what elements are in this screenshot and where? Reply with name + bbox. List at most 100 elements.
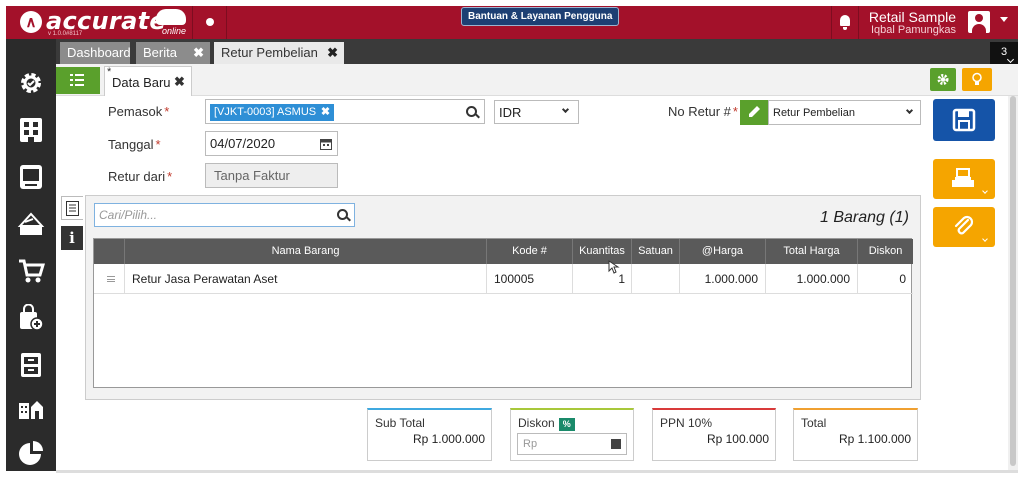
subtab-label: Data Baru (112, 75, 171, 90)
retur-dari-label: Retur dari * (108, 169, 173, 184)
close-icon[interactable]: ✖ (174, 74, 185, 90)
remove-icon[interactable]: ✖ (321, 104, 330, 121)
column-header[interactable]: Satuan (631, 239, 679, 264)
pencil-icon (749, 106, 760, 117)
user-avatar-icon[interactable] (968, 11, 990, 33)
cabinet-icon[interactable] (17, 351, 45, 379)
row-drag-handle[interactable] (94, 264, 124, 294)
diskon-label: Diskon% (518, 416, 575, 431)
items-table: Nama Barang Kode # Kuantitas Satuan @Har… (93, 238, 913, 388)
bag-add-icon[interactable] (17, 303, 45, 332)
chevron-down-icon (905, 106, 914, 115)
top-divider (858, 6, 859, 39)
document-icon (66, 201, 79, 216)
calculator-icon[interactable] (611, 439, 621, 449)
column-header[interactable]: Total Harga (765, 239, 857, 264)
pie-chart-icon[interactable] (17, 439, 45, 467)
retur-dari-field: Tanpa Faktur (205, 163, 338, 188)
edit-number-button[interactable] (740, 100, 768, 125)
search-icon[interactable] (337, 209, 351, 223)
vertical-scrollbar[interactable] (1008, 96, 1018, 471)
notification-bell-icon[interactable] (838, 15, 852, 31)
tanggal-field[interactable]: 04/07/2020 (205, 131, 338, 156)
paperclip-icon (954, 215, 974, 235)
cart-icon[interactable] (17, 257, 46, 285)
column-header[interactable]: Kuantitas (572, 239, 631, 264)
column-header[interactable]: @Harga (679, 239, 765, 264)
building-icon[interactable] (17, 116, 45, 144)
printer-icon (952, 168, 974, 187)
sidebar (6, 39, 56, 471)
selected-vendor-chip[interactable]: [VJKT-0003] ASMUS ✖ (210, 104, 335, 121)
subtotal-value: Rp 1.000.000 (412, 432, 485, 446)
cell-satuan[interactable] (631, 264, 679, 294)
detail-items-tab[interactable] (61, 196, 83, 220)
status-dot-icon[interactable] (206, 18, 214, 26)
cell-total-harga[interactable]: 1.000.000 (765, 264, 857, 294)
search-icon[interactable] (466, 106, 480, 120)
app-root: ∧ accurate online v 1.0.0#8117 Bantuan &… (0, 0, 1024, 479)
top-divider (192, 6, 193, 39)
chevron-down-icon (982, 236, 988, 242)
print-button[interactable] (933, 159, 995, 199)
tab-data-baru[interactable]: * Data Baru ✖ (104, 66, 192, 96)
tab-label: Retur Pembelian (221, 45, 318, 60)
brand-sub: online (162, 26, 187, 36)
info-icon[interactable]: i (61, 226, 83, 250)
scrollbar-thumb[interactable] (1010, 96, 1016, 466)
tab-dashboard[interactable]: Dashboard (60, 42, 131, 64)
total-value: Rp 1.100.000 (838, 432, 911, 446)
bank-icon[interactable] (17, 210, 45, 238)
mouse-cursor-icon (608, 260, 620, 274)
form-toolbar: * Data Baru ✖ (56, 64, 1018, 96)
close-icon[interactable]: ✖ (193, 42, 204, 64)
calendar-icon (320, 139, 332, 150)
column-header[interactable]: Diskon (857, 239, 913, 264)
subtotal-box: Sub Total Rp 1.000.000 (367, 408, 492, 461)
cell-kode[interactable]: 100005 (486, 264, 572, 294)
attachment-button[interactable] (933, 207, 995, 247)
subtotal-label: Sub Total (375, 416, 425, 430)
unsaved-marker: * (107, 66, 112, 78)
cell-kuantitas[interactable]: 1 (572, 264, 631, 294)
close-icon[interactable]: ✖ (327, 42, 338, 64)
tab-retur-pembelian[interactable]: Retur Pembelian ✖ (214, 42, 344, 64)
user-name[interactable]: Iqbal Pamungkas (871, 24, 956, 36)
chevron-down-icon[interactable] (1000, 17, 1008, 22)
list-view-button[interactable] (56, 67, 100, 94)
cell-diskon[interactable]: 0 (857, 264, 913, 294)
currency-select[interactable]: IDR (494, 100, 579, 124)
pemasok-field[interactable]: [VJKT-0003] ASMUS ✖ (205, 99, 485, 124)
total-label: Total (801, 416, 827, 430)
lightbulb-icon (972, 72, 982, 85)
open-tabs-count[interactable]: 3 (990, 42, 1018, 64)
tips-button[interactable] (962, 68, 992, 91)
column-header[interactable]: Nama Barang (124, 239, 486, 264)
column-header[interactable]: Kode # (486, 239, 572, 264)
item-count: 1 Barang (1) (820, 209, 909, 226)
warehouse-icon[interactable] (17, 395, 45, 423)
accurate-logo-icon[interactable]: ∧ (20, 11, 42, 33)
bottom-scrollbar[interactable] (56, 470, 1018, 473)
app-version: v 1.0.0#8117 (48, 31, 83, 37)
column-header-handle (94, 239, 124, 264)
item-search-input[interactable]: Cari/Pilih... (94, 203, 355, 227)
top-bar: ∧ accurate online v 1.0.0#8117 Bantuan &… (6, 6, 1018, 39)
save-button[interactable] (933, 99, 995, 141)
total-box: Total Rp 1.100.000 (793, 408, 918, 461)
percent-toggle[interactable]: % (558, 418, 575, 431)
diskon-input[interactable]: Rp (517, 433, 627, 455)
tab-label: Dashboard (67, 45, 131, 60)
help-button[interactable]: Bantuan & Layanan Pengguna (461, 7, 620, 26)
ppn-box: PPN 10% Rp 100.000 (652, 408, 776, 461)
tab-bar: Dashboard Berita ✖ Retur Pembelian ✖ 3 (56, 39, 1018, 64)
cell-nama-barang[interactable]: Retur Jasa Perawatan Aset (124, 264, 486, 294)
tab-berita[interactable]: Berita ✖ (136, 42, 210, 64)
form-settings-button[interactable] (930, 68, 956, 91)
floppy-disk-icon (952, 108, 976, 132)
cell-harga[interactable]: 1.000.000 (679, 264, 765, 294)
ledger-icon[interactable] (17, 163, 45, 191)
settings-icon[interactable] (17, 69, 45, 97)
company-name[interactable]: Retail Sample (869, 9, 956, 25)
no-retur-type-select[interactable]: Retur Pembelian (768, 100, 921, 125)
